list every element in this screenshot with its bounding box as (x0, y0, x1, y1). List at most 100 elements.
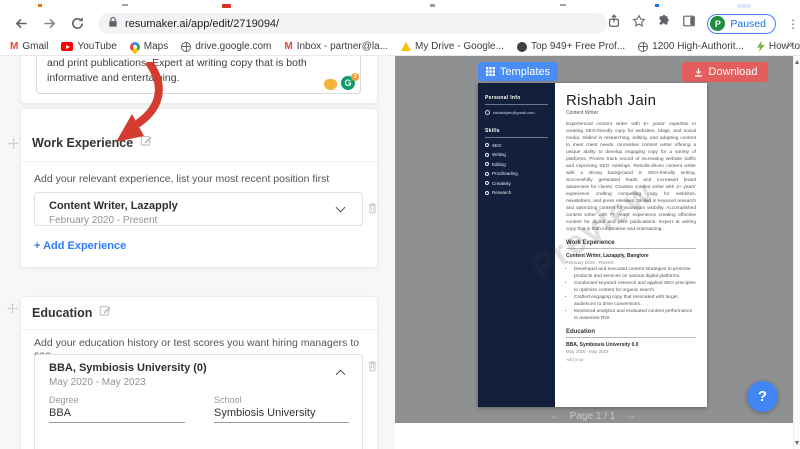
templates-button[interactable]: Templates (478, 62, 558, 81)
bookmark-label: 1200 High-Authorit... (652, 41, 744, 52)
school-input[interactable]: Symbiosis University (214, 405, 349, 423)
browser-window: resumaker.ai/app/edit/2719094/ P Paused … (0, 0, 800, 449)
drive-icon (401, 42, 412, 51)
bookmark-my-drive[interactable]: My Drive - Google... (401, 41, 504, 52)
gmail-icon: M (284, 40, 293, 52)
skill-label: Editing (492, 161, 506, 167)
resume-work-title: Content Writer, Lazapply, Banglore (566, 253, 649, 259)
summary-section-card: with 7+ years' experience creating effec… (20, 56, 378, 104)
bookmark-1200-high-authority[interactable]: 1200 High-Authorit... (638, 41, 744, 52)
skill-label: Creativity (492, 180, 511, 186)
degree-input[interactable]: BBA (49, 405, 185, 423)
grammarly-icon[interactable]: G3 (341, 73, 359, 90)
app-content: with 7+ years' experience creating effec… (0, 56, 800, 449)
page-scrollbar[interactable] (793, 56, 800, 449)
bookmark-gmail[interactable]: M Gmail (10, 41, 48, 52)
lightning-icon (756, 41, 765, 52)
skill-bullet-icon (485, 181, 489, 185)
education-section: Education Add your education history or … (20, 296, 378, 449)
tab-favicon-sliver (122, 4, 128, 6)
edit-pencil-icon[interactable] (140, 134, 153, 152)
work-entry-card[interactable]: Content Writer, Lazapply February 2020 -… (34, 192, 363, 226)
tab-favicon-sliver (560, 4, 566, 6)
bookmark-inbox[interactable]: M Inbox - partner@la... (284, 41, 388, 52)
bookmark-label: Maps (143, 41, 169, 52)
work-entry-title: Content Writer, Lazapply (49, 200, 178, 212)
share-icon[interactable] (607, 14, 621, 33)
chevron-down-icon[interactable] (335, 202, 346, 213)
delete-work-entry-icon[interactable] (366, 201, 379, 215)
browser-menu-icon[interactable]: ⋮ (787, 18, 799, 30)
prev-page-icon[interactable]: ← (549, 408, 561, 422)
forward-icon[interactable] (42, 16, 57, 31)
scroll-up-icon[interactable] (795, 60, 799, 64)
resume-bullet: Developed and executed content strategie… (574, 267, 696, 280)
resume-education-heading: Education (566, 329, 696, 338)
school-label: School (214, 395, 242, 405)
bookmark-label: Inbox - partner@la... (296, 41, 389, 52)
bookmark-star-icon[interactable] (632, 14, 646, 33)
youtube-icon (61, 42, 74, 51)
back-icon[interactable] (14, 16, 29, 31)
download-icon (694, 67, 702, 77)
url-bar[interactable]: resumaker.ai/app/edit/2719094/ (98, 13, 608, 34)
extensions-puzzle-icon[interactable] (657, 14, 671, 33)
bookmark-maps[interactable]: Maps (127, 39, 169, 54)
download-button[interactable]: Download (682, 62, 768, 82)
resume-name: Rishabh Jain (566, 92, 657, 109)
summary-textarea[interactable]: with 7+ years' experience creating effec… (36, 56, 361, 94)
grammarly-count-badge: 3 (351, 73, 359, 81)
resume-education-date: May 2020 - May 2023 (566, 349, 609, 354)
drag-move-icon[interactable] (6, 302, 19, 315)
next-page-icon[interactable]: → (624, 408, 636, 422)
bookmarks-overflow-icon[interactable]: » (787, 39, 793, 51)
side-panel-icon[interactable] (682, 14, 696, 33)
lock-icon[interactable] (108, 15, 118, 33)
skill-label: Research (492, 190, 512, 195)
tab-favicon-sliver (430, 4, 435, 7)
page-navigation: ← Page 1 / 1 → (478, 408, 707, 422)
help-button[interactable]: ? (747, 381, 778, 412)
url-text[interactable]: resumaker.ai/app/edit/2719094/ (125, 18, 279, 30)
handshake-emoji-icon (324, 78, 337, 90)
bookmark-how-to-add[interactable]: How to add your re... (756, 41, 800, 52)
reload-icon[interactable] (70, 16, 85, 31)
work-entry-date: February 2020 - Present (49, 215, 158, 226)
resume-sidebar: Personal Info rishabhjain@gmail.com Skil… (478, 83, 555, 407)
bookmark-youtube[interactable]: YouTube (61, 41, 117, 52)
personal-info-heading: Personal Info (485, 95, 548, 105)
summary-text[interactable]: with 7+ years' experience creating effec… (47, 56, 344, 86)
tab-favicon-sliver (737, 4, 751, 8)
site-icon (516, 41, 527, 52)
preview-column: Templates Download Personal Info rishabh… (395, 56, 793, 449)
chevron-up-icon[interactable] (335, 369, 346, 380)
education-entry-card[interactable]: BBA, Symbiosis University (0) May 2020 -… (34, 354, 363, 449)
delete-education-entry-icon[interactable] (366, 359, 379, 373)
resume-editor-panel: with 7+ years' experience creating effec… (0, 56, 395, 449)
education-entry-title: BBA, Symbiosis University (0) (49, 362, 207, 374)
tab-strip[interactable] (0, 0, 800, 9)
education-heading: Education (32, 306, 93, 320)
skill-label: SEO (492, 142, 502, 148)
bookmark-label: Top 949+ Free Prof... (530, 41, 626, 52)
resume-work-heading: Work Experience (566, 240, 696, 249)
bookmark-top-949[interactable]: Top 949+ Free Prof... (516, 41, 626, 52)
resume-bullet: Conducted keyword research and applied S… (574, 281, 696, 294)
globe-icon (181, 41, 192, 52)
bookmark-label: YouTube (77, 41, 117, 52)
resume-education-note: Add your (566, 357, 584, 362)
resume-education-title: BBA, Symbiosis University 0.0 (566, 342, 639, 348)
profile-paused-label: Paused (730, 17, 766, 30)
profile-sync-paused-badge[interactable]: P Paused (707, 13, 776, 34)
profile-avatar: P (710, 16, 726, 31)
skill-label: Writing (492, 152, 506, 157)
add-experience-button[interactable]: + Add Experience (34, 240, 126, 252)
scroll-down-icon[interactable] (795, 441, 799, 445)
resume-summary: Experienced content writer with 5+ years… (566, 122, 696, 232)
drag-move-icon[interactable] (7, 137, 20, 150)
resume-bullet: Monitored analytics and evaluated conten… (574, 309, 696, 322)
edit-pencil-icon[interactable] (99, 304, 112, 322)
skill-bullet-icon (485, 190, 489, 195)
bookmark-drive-site[interactable]: drive.google.com (181, 41, 271, 52)
resume-preview-panel: Templates Download Personal Info rishabh… (395, 56, 793, 423)
